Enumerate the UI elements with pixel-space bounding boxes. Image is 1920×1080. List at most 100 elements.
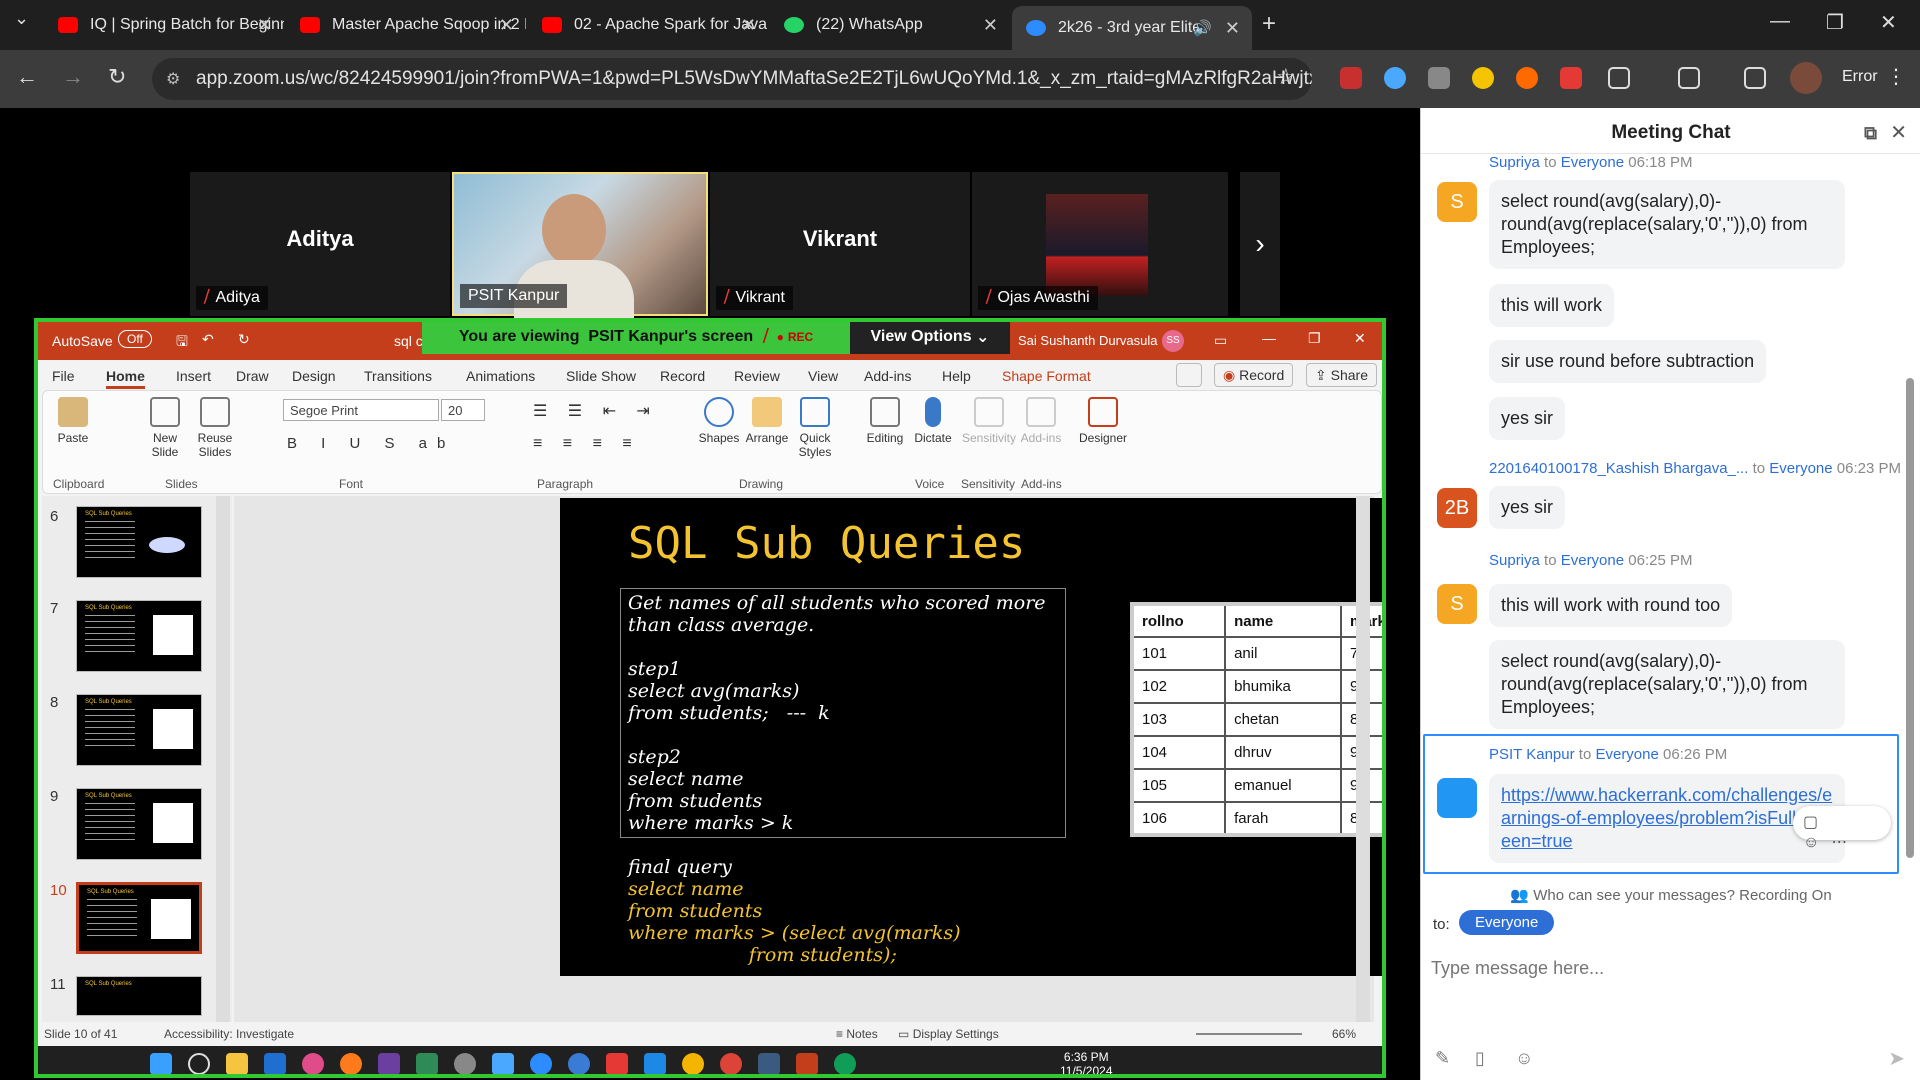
slide-thumbnail[interactable]: SQL Sub Queries <box>76 976 202 1016</box>
notes-button[interactable]: ≡ Notes <box>836 1027 878 1041</box>
zoom-icon[interactable] <box>530 1053 552 1074</box>
tab-view[interactable]: View <box>808 368 838 384</box>
shapes-button[interactable]: Shapes <box>697 397 741 445</box>
extension-icon[interactable] <box>1560 67 1582 89</box>
site-info-icon[interactable]: ⚙ <box>166 69 180 89</box>
close-button[interactable]: ✕ <box>1354 330 1366 347</box>
slide-title[interactable]: SQL Sub Queries <box>628 518 1025 569</box>
thumbnail-scrollbar[interactable] <box>216 496 230 1022</box>
extension-icon[interactable] <box>1516 67 1538 89</box>
emoji-icon[interactable]: ☺ <box>1803 834 1831 851</box>
slide-thumbnail-active[interactable]: SQL Sub Queries <box>76 882 202 954</box>
message-bubble[interactable]: sir use round before subtraction <box>1489 340 1767 383</box>
media-control-icon[interactable] <box>1744 67 1766 89</box>
chat-scrollbar[interactable] <box>1906 378 1914 858</box>
powerpoint-icon[interactable] <box>796 1053 818 1074</box>
message-bubble[interactable]: select round(avg(salary),0)-round(avg(re… <box>1489 180 1845 269</box>
tab-review[interactable]: Review <box>734 368 780 384</box>
reading-mode-icon[interactable] <box>1678 67 1700 89</box>
puzzle-icon[interactable] <box>1608 67 1630 89</box>
font-size-select[interactable]: 20 <box>441 399 485 421</box>
address-bar[interactable]: ⚙ app.zoom.us/wc/82424599901/join?fromPW… <box>152 58 1312 100</box>
close-icon[interactable]: ✕ <box>1225 18 1240 39</box>
slide-body-text[interactable]: Get names of all students who scored mor… <box>628 592 1048 966</box>
tab-design[interactable]: Design <box>292 368 336 384</box>
font-format-buttons[interactable]: B I U S ab <box>287 435 455 452</box>
close-window-button[interactable]: ✕ <box>1880 10 1897 35</box>
message-bubble[interactable]: yes sir <box>1489 397 1566 440</box>
browser-tab-active[interactable]: 2k26 - 3rd year Elite 🔊 ✕ <box>1012 6 1252 50</box>
recipient-select[interactable]: Everyone <box>1459 910 1555 935</box>
slide-thumbnail[interactable]: SQL Sub Queries <box>76 506 202 578</box>
bookmark-star-icon[interactable]: ☆ <box>1276 64 1296 90</box>
extension-icon[interactable] <box>1472 67 1494 89</box>
accessibility-status[interactable]: Accessibility: Investigate <box>164 1027 294 1041</box>
app-icon[interactable] <box>454 1053 476 1074</box>
record-button[interactable]: ◉ Record <box>1214 363 1294 387</box>
minimize-button[interactable]: — <box>1770 10 1790 33</box>
designer-button[interactable]: Designer <box>1073 397 1133 445</box>
search-icon[interactable] <box>188 1053 210 1074</box>
app-icon[interactable] <box>378 1053 400 1074</box>
extension-icon[interactable] <box>1428 67 1450 89</box>
emoji-icon[interactable]: ☺ <box>1515 1048 1533 1069</box>
reuse-slides-button[interactable]: Reuse Slides <box>193 397 237 459</box>
sender-name[interactable]: PSIT Kanpur <box>1489 746 1575 763</box>
browser-tab[interactable]: 02 - Apache Spark for Java Dev ✕ <box>528 8 768 42</box>
reload-icon[interactable]: ↻ <box>108 64 126 90</box>
slide-thumbnail[interactable]: SQL Sub Queries <box>76 788 202 860</box>
undo-icon[interactable]: ↶ <box>202 331 214 348</box>
chrome-icon[interactable] <box>720 1053 742 1074</box>
quick-styles-button[interactable]: Quick Styles <box>793 397 837 459</box>
restore-button[interactable]: ❐ <box>1826 10 1844 35</box>
windows-start-icon[interactable] <box>150 1053 172 1074</box>
view-options-button[interactable]: View Options ⌄ <box>850 322 1010 354</box>
new-tab-button[interactable]: + <box>1262 10 1276 38</box>
app-icon[interactable] <box>416 1053 438 1074</box>
chrome-icon[interactable] <box>682 1053 704 1074</box>
message-input[interactable] <box>1431 948 1901 988</box>
redo-icon[interactable]: ↻ <box>238 331 250 348</box>
participant-tile-video[interactable]: PSIT Kanpur <box>452 172 708 318</box>
avatar[interactable] <box>1790 62 1822 94</box>
vscode-icon[interactable] <box>644 1053 666 1074</box>
file-icon[interactable]: ▯ <box>1475 1048 1485 1069</box>
system-clock[interactable]: 6:36 PM 11/5/2024 <box>1060 1050 1113 1074</box>
zoom-slider[interactable] <box>1196 1033 1302 1035</box>
editing-button[interactable]: Editing <box>863 397 907 445</box>
tab-shape-format[interactable]: Shape Format <box>1002 368 1091 384</box>
slide-thumbnail[interactable]: SQL Sub Queries <box>76 600 202 672</box>
participant-tile[interactable]: Aditya ⧸ Aditya <box>190 172 450 316</box>
pop-out-icon[interactable]: ⧉ <box>1864 108 1877 158</box>
font-name-select[interactable]: Segoe Print <box>283 399 439 421</box>
message-bubble[interactable]: this will work <box>1489 284 1615 327</box>
message-bubble[interactable]: select round(avg(salary),0)-round(avg(re… <box>1489 640 1845 729</box>
close-icon[interactable]: ✕ <box>257 15 272 36</box>
extension-icon[interactable] <box>1340 67 1362 89</box>
hovered-message[interactable]: PSIT Kanpur to Everyone 06:26 PM https:/… <box>1423 734 1899 874</box>
alignment-buttons[interactable]: ≡ ≡ ≡ ≡ <box>533 435 640 453</box>
tab-animations[interactable]: Animations <box>466 368 535 384</box>
sender-name[interactable]: Supriya <box>1489 154 1540 171</box>
speaker-icon[interactable]: 🔊 <box>1193 19 1212 37</box>
close-icon[interactable]: ✕ <box>1890 108 1907 158</box>
ribbon-display-icon[interactable]: ▭ <box>1214 332 1227 349</box>
tab-file[interactable]: File <box>52 368 75 384</box>
participant-tile[interactable]: ⧸ Ojas Awasthi <box>972 172 1228 316</box>
app-icon[interactable] <box>758 1053 780 1074</box>
browser-tab[interactable]: (22) WhatsApp ✕ <box>770 8 1010 42</box>
back-arrow-icon[interactable]: ← <box>16 64 38 90</box>
tab-add-ins[interactable]: Add-ins <box>864 368 911 384</box>
file-explorer-icon[interactable] <box>226 1053 248 1074</box>
app-icon[interactable] <box>606 1053 628 1074</box>
next-participants-chevron-icon[interactable]: › <box>1240 172 1280 316</box>
app-icon[interactable] <box>568 1053 590 1074</box>
close-icon[interactable]: ✕ <box>983 15 998 36</box>
tab-help[interactable]: Help <box>942 368 971 384</box>
tab-transitions[interactable]: Transitions <box>364 368 432 384</box>
participant-tile[interactable]: Vikrant ⧸ Vikrant <box>710 172 970 316</box>
paragraph-buttons[interactable]: ☰ ☰ ⇤ ⇥ <box>533 401 658 421</box>
tab-search-icon[interactable]: ⌄ <box>14 8 29 29</box>
zoom-level[interactable]: 66% <box>1332 1027 1356 1041</box>
share-button[interactable]: ⇪ Share <box>1306 363 1377 387</box>
